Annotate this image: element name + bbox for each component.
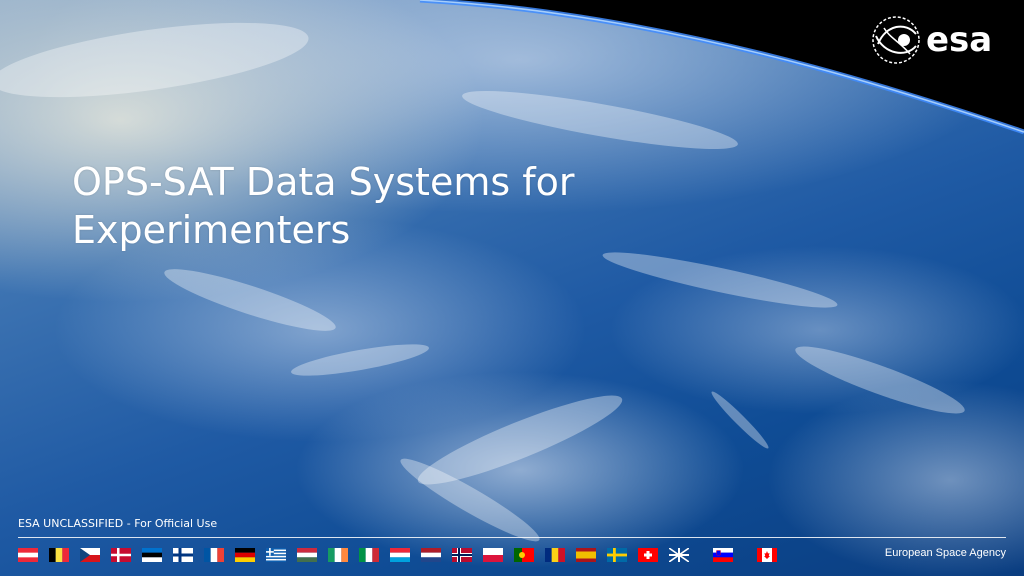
flag-luxembourg-icon [390,548,410,562]
flag-belgium-icon [49,548,69,562]
flag-france-icon [204,548,224,562]
member-state-flags [18,548,788,562]
flag-slovenia-icon [713,548,733,562]
flag-romania-icon [545,548,565,562]
flag-spain-icon [576,548,596,562]
slide-title-line1: OPS-SAT Data Systems for [72,160,575,204]
flag-norway-icon [452,548,472,562]
footer-divider [18,537,1006,538]
classification-label: ESA UNCLASSIFIED - For Official Use [18,517,218,530]
flag-italy-icon [359,548,379,562]
flag-portugal-icon [514,548,534,562]
flag-hungary-icon [297,548,317,562]
flag-ireland-icon [328,548,348,562]
flag-netherlands-icon [421,548,441,562]
esa-wordmark: esa [926,20,993,60]
flag-denmark-icon [111,548,131,562]
flag-estonia-icon [142,548,162,562]
flag-germany-icon [235,548,255,562]
flag-czech-republic-icon [80,548,100,562]
slide-title-line2: Experimenters [72,208,351,252]
flag-switzerland-icon [638,548,658,562]
esa-globe-icon [872,16,920,64]
flag-united-kingdom-icon [669,548,689,562]
flag-poland-icon [483,548,503,562]
flag-canada-icon [757,548,777,562]
esa-logo: esa [870,14,1010,66]
flag-austria-icon [18,548,38,562]
slide-background: esa OPS-SAT Data Systems for Experimente… [0,0,1024,576]
flag-greece-icon [266,548,286,562]
flag-sweden-icon [607,548,627,562]
flag-finland-icon [173,548,193,562]
space-horizon [0,0,1024,542]
slide-title: OPS-SAT Data Systems for Experimenters [72,158,772,254]
agency-name: European Space Agency [884,547,1006,559]
